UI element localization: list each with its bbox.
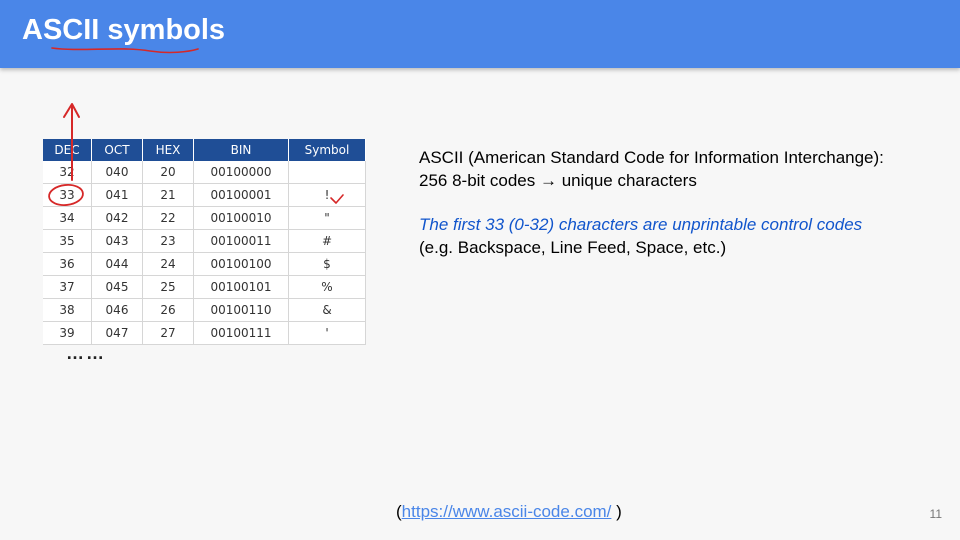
table-row: 32 040 20 00100000 <box>43 161 366 184</box>
page-number: 11 <box>929 507 942 521</box>
table-header-row: DEC OCT HEX BIN Symbol <box>43 139 366 161</box>
cell-hex: 23 <box>142 229 194 253</box>
cell-hex: 20 <box>142 161 194 184</box>
cell-oct: 042 <box>91 206 143 230</box>
cell-dec: 36 <box>43 252 92 276</box>
slide-header: ASCII symbols <box>0 0 960 68</box>
table-row: 33 041 21 00100001 ! <box>43 183 366 207</box>
cell-oct: 045 <box>91 275 143 299</box>
cell-bin: 00100100 <box>193 252 289 276</box>
cell-symbol: ' <box>288 321 366 345</box>
cell-symbol: # <box>288 229 366 253</box>
cell-dec: 32 <box>43 161 92 184</box>
arrow-head-annotation <box>63 103 80 118</box>
cell-bin: 00100101 <box>193 275 289 299</box>
continuation-ellipsis: …… <box>66 343 106 363</box>
cell-symbol: ! <box>288 183 366 207</box>
ascii-definition: ASCII (American Standard Code for Inform… <box>419 148 884 167</box>
cell-hex: 26 <box>142 298 194 322</box>
source-reference: (https://www.ascii-code.com/ ) <box>396 502 622 522</box>
code-count: 256 8-bit codes → unique characters <box>419 171 697 190</box>
cell-bin: 00100010 <box>193 206 289 230</box>
cell-oct: 043 <box>91 229 143 253</box>
column-header-dec: DEC <box>43 139 92 161</box>
cell-dec: 38 <box>43 298 92 322</box>
cell-symbol <box>288 161 366 184</box>
column-header-symbol: Symbol <box>288 139 366 161</box>
cell-hex: 25 <box>142 275 194 299</box>
cell-oct: 041 <box>91 183 143 207</box>
column-header-oct: OCT <box>91 139 143 161</box>
cell-oct: 040 <box>91 161 143 184</box>
cell-dec: 34 <box>43 206 92 230</box>
cell-oct: 044 <box>91 252 143 276</box>
cell-symbol: % <box>288 275 366 299</box>
cell-symbol: " <box>288 206 366 230</box>
close-paren: ) <box>611 502 622 521</box>
cell-bin: 00100110 <box>193 298 289 322</box>
cell-hex: 24 <box>142 252 194 276</box>
cell-oct: 047 <box>91 321 143 345</box>
cell-dec: 35 <box>43 229 92 253</box>
source-link[interactable]: https://www.ascii-code.com/ <box>402 502 612 521</box>
description-block: ASCII (American Standard Code for Inform… <box>419 146 939 259</box>
cell-dec: 37 <box>43 275 92 299</box>
column-header-bin: BIN <box>193 139 289 161</box>
slide-title: ASCII symbols <box>22 14 226 46</box>
cell-bin: 00100111 <box>193 321 289 345</box>
cell-hex: 27 <box>142 321 194 345</box>
control-codes-note: The first 33 (0-32) characters are unpri… <box>419 215 863 234</box>
cell-dec: 39 <box>43 321 92 345</box>
cell-symbol: $ <box>288 252 366 276</box>
cell-hex: 21 <box>142 183 194 207</box>
column-header-hex: HEX <box>142 139 194 161</box>
control-codes-example: (e.g. Backspace, Line Feed, Space, etc.) <box>419 238 727 257</box>
table-row: 35 043 23 00100011 # <box>43 229 366 253</box>
cell-hex: 22 <box>142 206 194 230</box>
cell-bin: 00100000 <box>193 161 289 184</box>
cell-bin: 00100011 <box>193 229 289 253</box>
cell-dec: 33 <box>43 183 92 207</box>
cell-oct: 046 <box>91 298 143 322</box>
ascii-table: DEC OCT HEX BIN Symbol 32 040 20 0010000… <box>43 139 366 345</box>
table-row: 38 046 26 00100110 & <box>43 298 366 322</box>
cell-bin: 00100001 <box>193 183 289 207</box>
cell-symbol: & <box>288 298 366 322</box>
table-row: 37 045 25 00100101 % <box>43 275 366 299</box>
table-row: 39 047 27 00100111 ' <box>43 321 366 345</box>
table-row: 34 042 22 00100010 " <box>43 206 366 230</box>
table-row: 36 044 24 00100100 $ <box>43 252 366 276</box>
